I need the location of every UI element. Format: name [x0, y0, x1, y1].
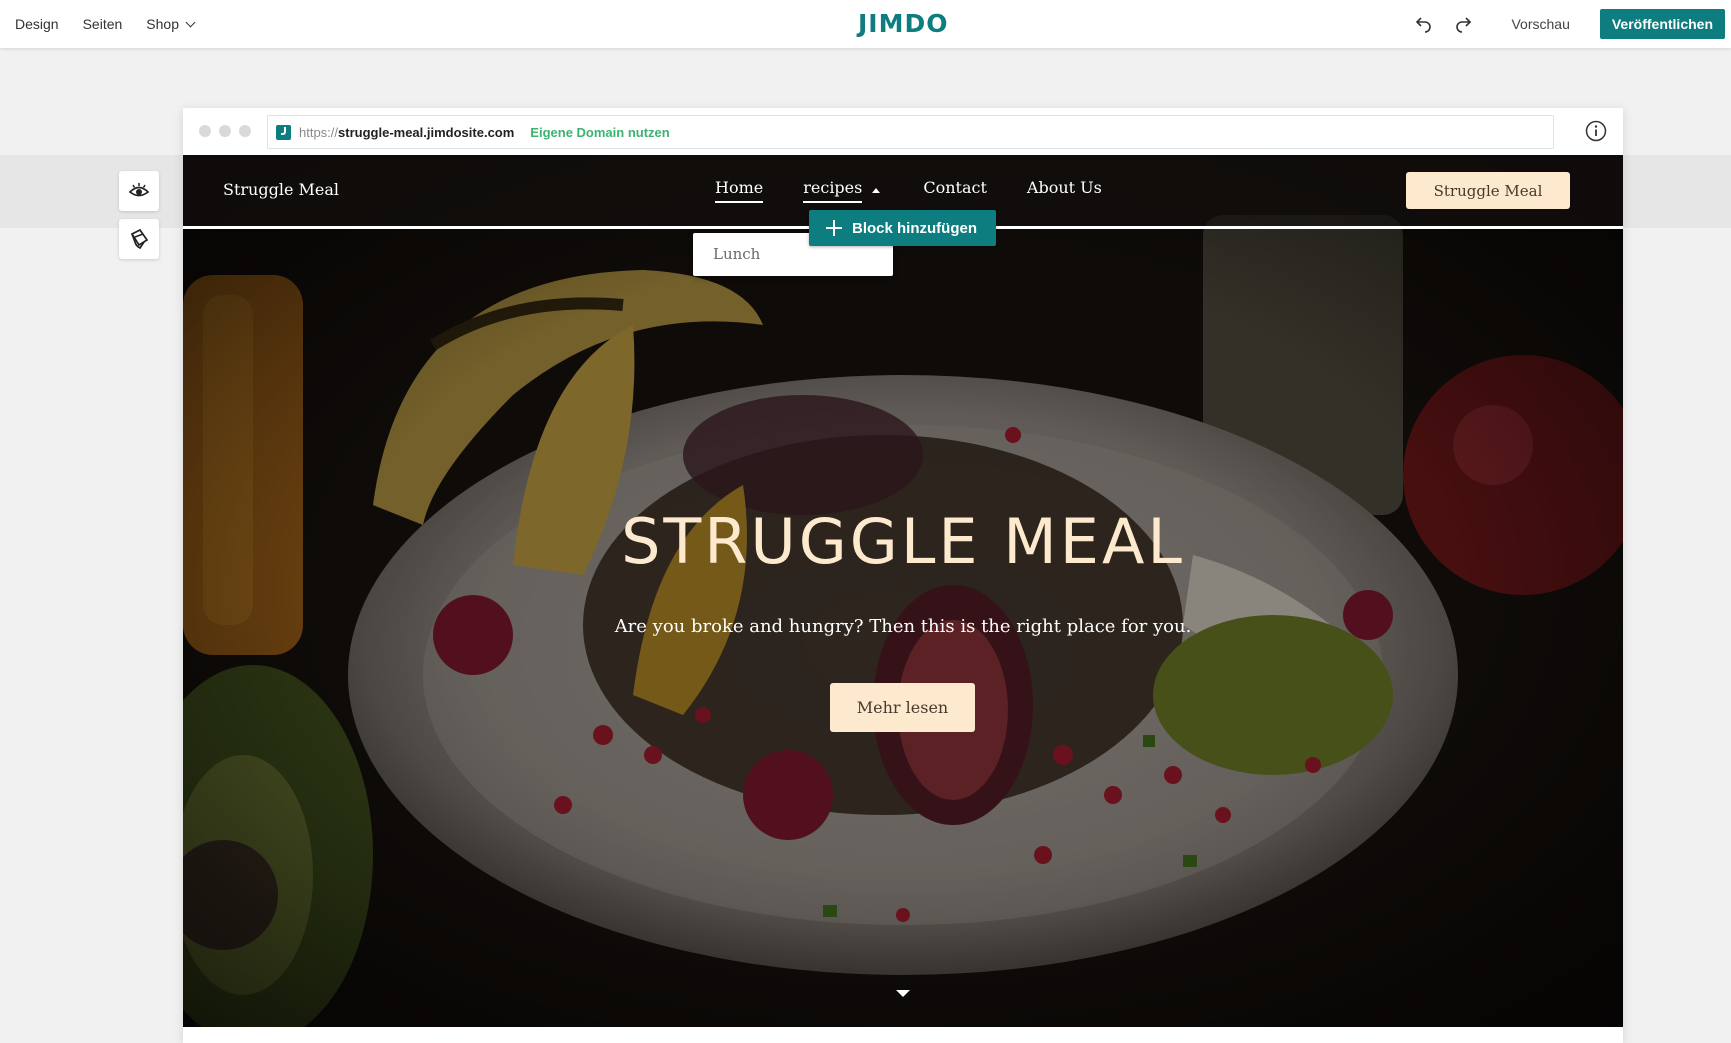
eye-icon: [128, 183, 150, 197]
nav-contact[interactable]: Contact: [923, 178, 987, 201]
url-bar[interactable]: https:// struggle-meal.jimdosite.com Eig…: [267, 115, 1554, 149]
add-block-button[interactable]: Block hinzufügen: [809, 210, 996, 246]
hero-subtitle: Are you broke and hungry? Then this is t…: [614, 616, 1192, 637]
undo-button[interactable]: [1410, 10, 1438, 38]
preview-button[interactable]: Vorschau: [1511, 16, 1569, 32]
read-more-button[interactable]: Mehr lesen: [830, 683, 975, 732]
info-icon[interactable]: [1585, 120, 1607, 142]
editor-nav: Design Seiten Shop: [15, 0, 196, 48]
header-cta-button[interactable]: Struggle Meal: [1406, 172, 1570, 209]
site-title-link[interactable]: Struggle Meal: [223, 180, 339, 199]
add-block-label: Block hinzufügen: [852, 219, 977, 237]
site-navigation: Home recipes Contact About Us: [715, 178, 1102, 207]
url-domain: struggle-meal.jimdosite.com: [338, 124, 515, 140]
url-protocol: https://: [299, 124, 339, 140]
publish-button[interactable]: Veröffentlichen: [1599, 9, 1725, 39]
hero-title: STRUGGLE MEAL: [621, 505, 1185, 578]
site-preview-frame: https:// struggle-meal.jimdosite.com Eig…: [183, 108, 1623, 1043]
chevron-down-icon: [185, 17, 196, 27]
website-canvas: Struggle Meal Home recipes Contact About…: [183, 155, 1623, 1027]
own-domain-link[interactable]: Eigene Domain nutzen: [530, 125, 669, 140]
nav-recipes[interactable]: recipes: [803, 178, 881, 207]
undo-icon: [1416, 17, 1432, 33]
scroll-down-icon[interactable]: [896, 990, 910, 997]
nav-about-us[interactable]: About Us: [1027, 178, 1102, 201]
caret-up-icon: [872, 188, 881, 193]
editor-toolbar: Design Seiten Shop JIMDO Vorschau Veröff…: [0, 0, 1731, 48]
hero-background-image: [183, 155, 1623, 1027]
paint-bucket-icon: [130, 228, 149, 250]
pages-menu[interactable]: Seiten: [83, 16, 123, 32]
design-menu[interactable]: Design: [15, 16, 59, 32]
editor-actions: Vorschau Veröffentlichen: [1410, 0, 1725, 48]
jimdo-favicon-icon: [276, 124, 291, 140]
browser-chrome: https:// struggle-meal.jimdosite.com Eig…: [183, 108, 1623, 155]
plus-icon: [826, 220, 842, 236]
jimdo-logo: JIMDO: [858, 9, 949, 38]
next-section: [183, 1027, 1623, 1043]
design-style-button[interactable]: [119, 219, 159, 259]
shop-menu-label: Shop: [146, 16, 179, 32]
window-dots: [199, 125, 251, 137]
dropdown-item-lunch[interactable]: Lunch: [713, 245, 760, 263]
nav-recipes-label: recipes: [803, 178, 863, 203]
shop-menu[interactable]: Shop: [146, 16, 196, 32]
side-tools: [119, 171, 159, 259]
visibility-button[interactable]: [119, 171, 159, 211]
redo-icon: [1456, 17, 1472, 33]
redo-button[interactable]: [1449, 10, 1477, 38]
nav-home[interactable]: Home: [715, 178, 764, 203]
